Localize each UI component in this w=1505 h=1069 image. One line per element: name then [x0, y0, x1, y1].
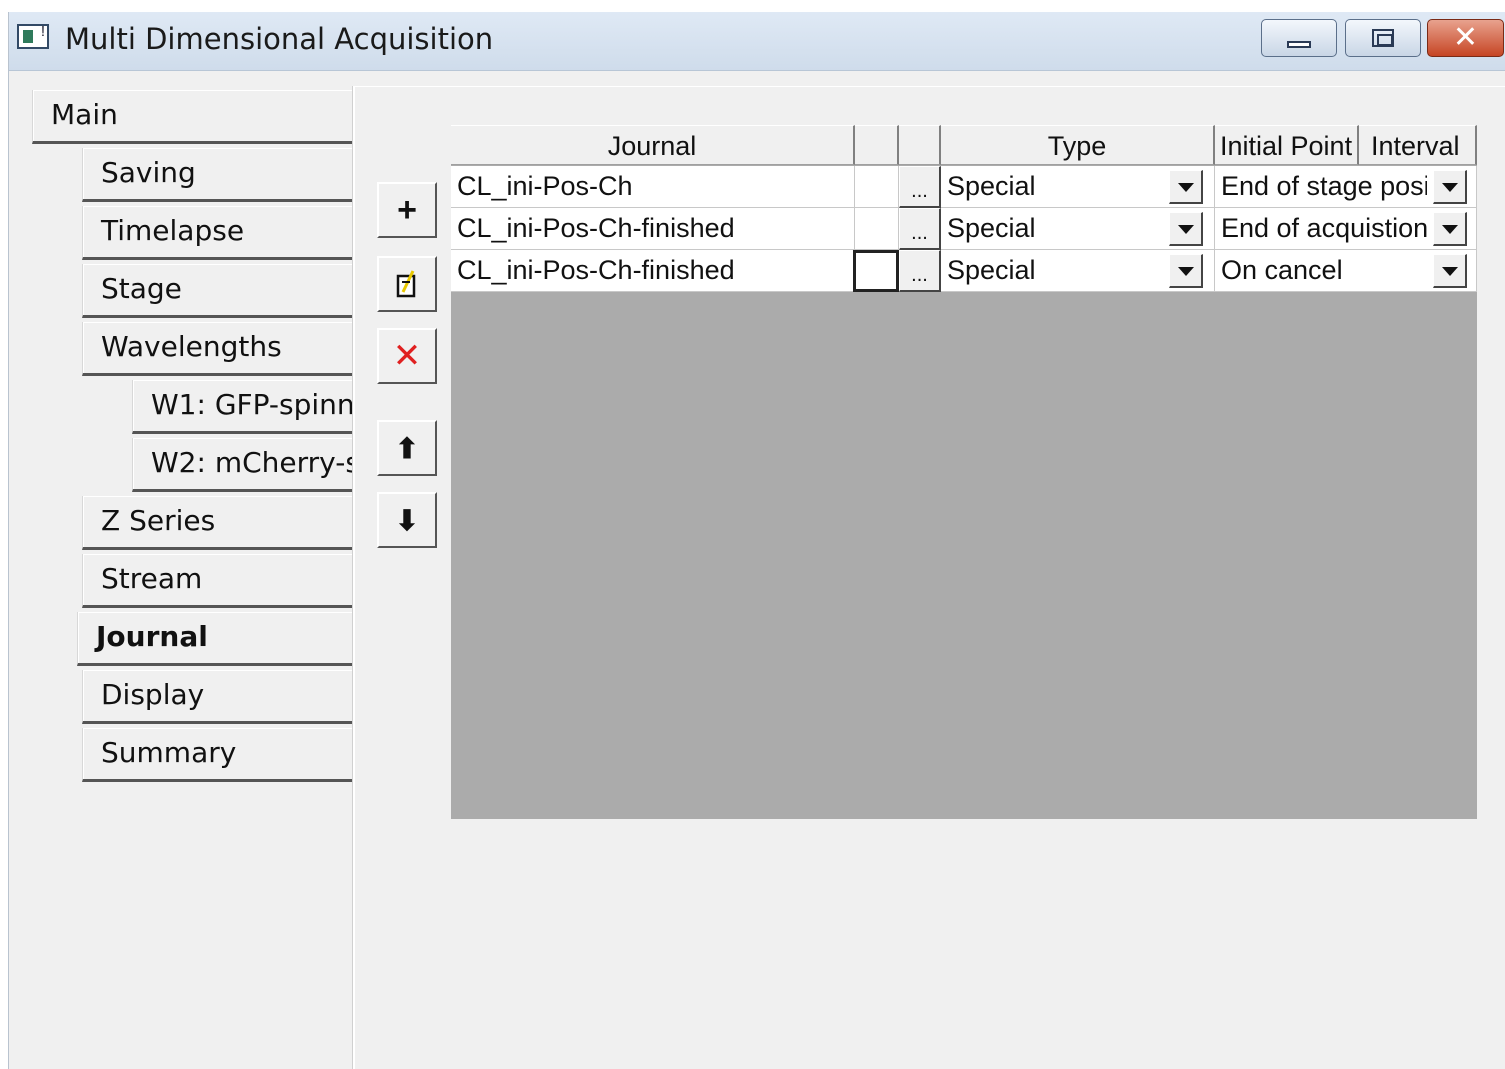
window-title: Multi Dimensional Acquisition [65, 22, 494, 56]
tab-stream[interactable]: Stream [82, 554, 352, 608]
tab-summary[interactable]: Summary [82, 728, 352, 782]
chevron-down-icon[interactable] [1433, 170, 1467, 204]
browse-journal-button[interactable]: ... [899, 250, 941, 292]
tab-label: Saving [101, 156, 196, 189]
journal-name-cell[interactable]: CL_ini-Pos-Ch-finished [451, 250, 855, 292]
chevron-down-icon[interactable] [1433, 254, 1467, 288]
move-up-button[interactable]: ⬆ [377, 420, 437, 476]
minimize-icon [1287, 40, 1311, 48]
tab-w2[interactable]: W2: mCherry-s [132, 438, 352, 492]
chevron-down-icon[interactable] [1169, 212, 1203, 246]
arrow-up-icon: ⬆ [395, 432, 419, 464]
column-header-initial-point[interactable]: Initial Point [1215, 125, 1359, 165]
initial-point-value: End of acquistion [1221, 213, 1429, 243]
maximize-button[interactable] [1345, 19, 1421, 57]
type-value: Special [947, 255, 1036, 285]
column-header-interval[interactable]: Interval [1359, 125, 1477, 165]
journal-name-cell[interactable]: CL_ini-Pos-Ch-finished [451, 208, 855, 250]
chevron-down-icon[interactable] [1169, 254, 1203, 288]
column-header-blank[interactable] [855, 125, 899, 165]
close-icon: ✕ [1452, 20, 1479, 55]
tab-label: W1: GFP-spinni [151, 388, 352, 421]
column-header-type[interactable]: Type [941, 125, 1215, 165]
tab-label: Summary [101, 736, 237, 769]
blank-cell[interactable] [855, 208, 899, 250]
close-button[interactable]: ✕ [1427, 19, 1504, 57]
maximize-icon [1372, 29, 1394, 47]
initial-point-value: End of stage posit [1221, 171, 1427, 201]
initial-point-dropdown[interactable]: End of stage posit [1215, 166, 1477, 208]
minimize-button[interactable] [1261, 19, 1337, 57]
chevron-down-icon[interactable] [1433, 212, 1467, 246]
panel-border [354, 86, 1505, 87]
type-dropdown[interactable]: Special [941, 250, 1215, 292]
title-bar[interactable]: ! Multi Dimensional Acquisition ✕ [9, 12, 1505, 71]
type-value: Special [947, 213, 1036, 243]
table-row[interactable]: CL_ini-Pos-Ch ... Special End of stage p… [451, 166, 1477, 208]
tab-label: Display [101, 678, 205, 711]
tab-label: Stage [101, 272, 182, 305]
tab-label: Stream [101, 562, 203, 595]
tab-label: Z Series [101, 504, 216, 537]
tab-label: Wavelengths [101, 330, 282, 363]
move-down-button[interactable]: ⬇ [377, 492, 437, 548]
type-dropdown[interactable]: Special [941, 208, 1215, 250]
edit-icon [396, 270, 416, 298]
app-icon[interactable]: ! [17, 23, 49, 49]
initial-point-dropdown[interactable]: End of acquistion [1215, 208, 1477, 250]
delete-icon: ✕ [392, 337, 422, 375]
column-header-journal[interactable]: Journal [451, 125, 855, 165]
tab-label: Timelapse [101, 214, 245, 247]
chevron-down-icon[interactable] [1169, 170, 1203, 204]
tab-z-series[interactable]: Z Series [82, 496, 352, 550]
tab-main[interactable]: Main [32, 90, 352, 144]
tab-timelapse[interactable]: Timelapse [82, 206, 352, 260]
tab-wavelengths[interactable]: Wavelengths [82, 322, 352, 376]
table-row[interactable]: CL_ini-Pos-Ch-finished ... Special End o… [451, 208, 1477, 250]
initial-point-dropdown[interactable]: On cancel [1215, 250, 1477, 292]
edit-journal-button[interactable] [377, 256, 437, 312]
tab-display[interactable]: Display [82, 670, 352, 724]
tab-label: Journal [96, 620, 208, 653]
initial-point-value: On cancel [1221, 255, 1343, 285]
selected-cell[interactable] [853, 250, 899, 292]
arrow-down-icon: ⬇ [395, 504, 419, 536]
tab-label: Main [51, 98, 118, 131]
table-row[interactable]: CL_ini-Pos-Ch-finished ... Special On ca… [451, 250, 1477, 292]
tab-saving[interactable]: Saving [82, 148, 352, 202]
column-header-blank[interactable] [899, 125, 941, 165]
journal-name-cell[interactable]: CL_ini-Pos-Ch [451, 166, 855, 208]
add-journal-button[interactable]: + [377, 182, 437, 238]
type-value: Special [947, 171, 1036, 201]
type-dropdown[interactable]: Special [941, 166, 1215, 208]
blank-cell[interactable] [855, 166, 899, 208]
delete-journal-button[interactable]: ✕ [377, 328, 437, 384]
browse-journal-button[interactable]: ... [899, 166, 941, 208]
browse-journal-button[interactable]: ... [899, 208, 941, 250]
panel-divider [352, 86, 355, 1069]
tab-w1[interactable]: W1: GFP-spinni [132, 380, 352, 434]
journal-grid[interactable]: Journal Type Initial Point Interval CL_i… [451, 125, 1477, 819]
app-window: ! Multi Dimensional Acquisition ✕ Main S… [8, 12, 1505, 1069]
tab-journal[interactable]: Journal [77, 612, 354, 666]
tab-stage[interactable]: Stage [82, 264, 352, 318]
tab-label: W2: mCherry-s [151, 446, 352, 479]
plus-icon: + [397, 190, 417, 229]
